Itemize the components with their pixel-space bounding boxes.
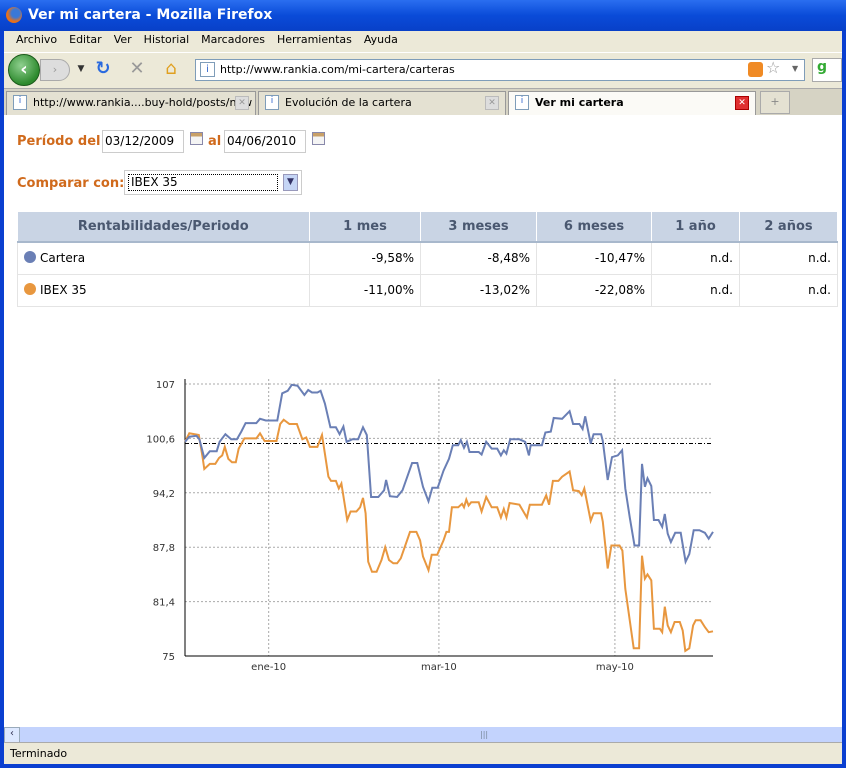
new-tab-button[interactable]: +: [760, 91, 790, 114]
y-tick-label: 87,8: [153, 543, 175, 554]
column-header: 2 años: [739, 212, 838, 243]
column-header: 1 año: [651, 212, 740, 243]
series-dot-icon: [24, 283, 36, 295]
table-cell: -11,00%: [309, 273, 421, 307]
chevron-down-icon[interactable]: ▼: [283, 174, 298, 191]
scroll-left-icon[interactable]: ‹: [4, 727, 20, 743]
calendar-icon[interactable]: [312, 132, 325, 145]
period-to-input[interactable]: 04/06/2010: [224, 130, 306, 153]
table-cell: -9,58%: [309, 241, 421, 275]
page-icon: i: [515, 95, 529, 110]
x-tick-label: mar-10: [421, 662, 457, 673]
y-tick-label: 94,2: [153, 489, 175, 500]
series-line-cartera: [184, 383, 714, 565]
table-cell: n.d.: [651, 273, 740, 307]
row-name: IBEX 35: [40, 283, 87, 297]
menu-archivo[interactable]: Archivo: [10, 33, 63, 51]
y-tick-label: 75: [162, 652, 175, 663]
calendar-icon[interactable]: [190, 132, 203, 145]
table-cell: -13,02%: [420, 273, 537, 307]
horizontal-scrollbar[interactable]: ‹ |||: [4, 726, 842, 743]
history-dropdown-icon[interactable]: ▼: [70, 58, 92, 80]
table-cell: n.d.: [739, 273, 838, 307]
x-tick-label: ene-10: [251, 662, 286, 673]
menu-marcadores[interactable]: Marcadores: [195, 33, 271, 51]
bookmark-star-icon[interactable]: ☆: [766, 58, 780, 77]
menu-editar[interactable]: Editar: [63, 33, 108, 51]
compare-selected-value: IBEX 35: [128, 174, 278, 191]
table-cell: -8,48%: [420, 241, 537, 275]
menu-bar: Archivo Editar Ver Historial Marcadores …: [4, 31, 842, 51]
url-dropdown-icon[interactable]: ▼: [792, 64, 798, 73]
forward-button[interactable]: ›: [40, 59, 70, 81]
returns-table: Rentabilidades/Periodo 1 mes 3 meses 6 m…: [17, 212, 838, 307]
y-tick-label: 107: [156, 380, 175, 391]
series-line-ibex-35: [184, 418, 714, 653]
scroll-grip-icon[interactable]: |||: [480, 730, 488, 739]
status-text: Terminado: [10, 747, 68, 760]
status-bar: Terminado: [4, 742, 842, 764]
tab-label: Ver mi cartera: [535, 96, 624, 109]
menu-herramientas[interactable]: Herramientas: [271, 33, 358, 51]
column-header: 3 meses: [420, 212, 537, 243]
back-button[interactable]: ‹: [8, 54, 40, 86]
firefox-logo-icon: [6, 7, 22, 23]
window-title: Ver mi cartera - Mozilla Firefox: [28, 7, 273, 23]
column-header: 6 meses: [536, 212, 652, 243]
table-cell: -10,47%: [536, 241, 652, 275]
row-name-cell: IBEX 35: [17, 273, 310, 307]
column-header: Rentabilidades/Periodo: [17, 212, 310, 243]
table-cell: -22,08%: [536, 273, 652, 307]
table-cell: n.d.: [739, 241, 838, 275]
site-identity-icon[interactable]: i: [200, 62, 215, 77]
period-from-input[interactable]: 03/12/2009: [102, 130, 184, 153]
tab-label: Evolución de la cartera: [285, 96, 412, 109]
table-cell: n.d.: [651, 241, 740, 275]
row-name-cell: Cartera: [17, 241, 310, 275]
row-name: Cartera: [40, 251, 86, 266]
menu-ver[interactable]: Ver: [108, 33, 138, 51]
page-icon: i: [265, 95, 279, 110]
page-icon: i: [13, 95, 27, 110]
period-label: Período del: [17, 134, 101, 149]
stop-icon[interactable]: ✕: [126, 58, 148, 80]
close-tab-icon[interactable]: ✕: [235, 96, 249, 110]
table-row: Cartera -9,58% -8,48% -10,47% n.d. n.d.: [17, 241, 838, 275]
tab-label: http://www.rankia....buy-hold/posts/new: [33, 96, 253, 109]
y-tick-label: 100,6: [146, 434, 175, 445]
search-engine-google-icon[interactable]: g: [812, 58, 842, 82]
series-dot-icon: [24, 251, 36, 264]
period-to-label: al: [208, 134, 222, 149]
close-tab-icon[interactable]: ✕: [485, 96, 499, 110]
reload-icon[interactable]: ↻: [92, 58, 114, 80]
menu-historial[interactable]: Historial: [138, 33, 195, 51]
performance-line-chart: 75 81,4 87,8 94,2 100,6 107 ene-10 mar-10 may-10: [146, 379, 714, 673]
compare-label: Comparar con:: [17, 176, 125, 191]
x-tick-label: may-10: [596, 662, 634, 673]
rss-feed-icon[interactable]: [748, 62, 763, 77]
y-tick-label: 81,4: [153, 598, 175, 609]
address-bar[interactable]: i http://www.rankia.com/mi-cartera/carter…: [195, 59, 805, 81]
window-title-bar: Ver mi cartera - Mozilla Firefox: [0, 0, 846, 31]
tab-rankia-post[interactable]: i http://www.rankia....buy-hold/posts/new…: [6, 91, 256, 115]
url-text: http://www.rankia.com/mi-cartera/cartera…: [220, 63, 455, 76]
compare-select[interactable]: IBEX 35 ▼: [124, 170, 302, 195]
table-header-row: Rentabilidades/Periodo 1 mes 3 meses 6 m…: [17, 212, 838, 243]
menu-ayuda[interactable]: Ayuda: [358, 33, 404, 51]
column-header: 1 mes: [309, 212, 421, 243]
table-row: IBEX 35 -11,00% -13,02% -22,08% n.d. n.d…: [17, 273, 838, 307]
tab-evolucion[interactable]: i Evolución de la cartera ✕: [258, 91, 506, 115]
tab-ver-mi-cartera[interactable]: i Ver mi cartera ✕: [508, 91, 756, 116]
home-icon[interactable]: ⌂: [160, 58, 182, 80]
close-tab-icon[interactable]: ✕: [735, 96, 749, 110]
